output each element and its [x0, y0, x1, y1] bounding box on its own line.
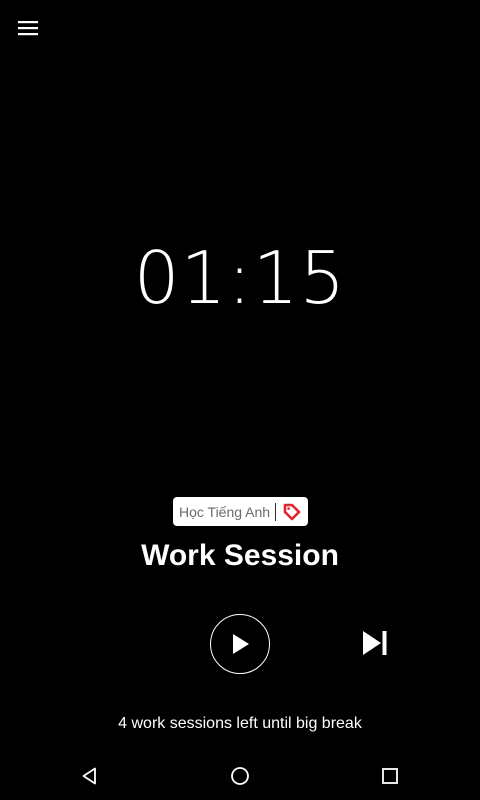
- play-button[interactable]: [210, 614, 270, 674]
- tag-label: Học Tiếng Anh: [179, 503, 271, 520]
- menu-button[interactable]: [10, 12, 46, 44]
- recents-square-icon: [382, 768, 398, 784]
- back-triangle-icon: [82, 767, 96, 785]
- tag-chip[interactable]: Học Tiếng Anh: [173, 497, 308, 526]
- skip-next-icon: [363, 631, 387, 655]
- session-title: Work Session: [141, 539, 339, 572]
- home-circle-icon: [231, 767, 249, 785]
- play-icon: [233, 634, 249, 654]
- sessions-left-text: 4 work sessions left until big break: [118, 715, 362, 732]
- label-tag-icon: [283, 503, 301, 521]
- skip-next-button[interactable]: [352, 620, 398, 666]
- nav-back-button[interactable]: [72, 760, 108, 792]
- system-nav-bar: [0, 752, 480, 800]
- nav-recents-button[interactable]: [372, 760, 408, 792]
- tag-divider: [275, 502, 277, 521]
- timer-display: 01:15: [133, 236, 347, 320]
- nav-home-button[interactable]: [222, 760, 258, 792]
- hamburger-menu-icon: [18, 21, 38, 36]
